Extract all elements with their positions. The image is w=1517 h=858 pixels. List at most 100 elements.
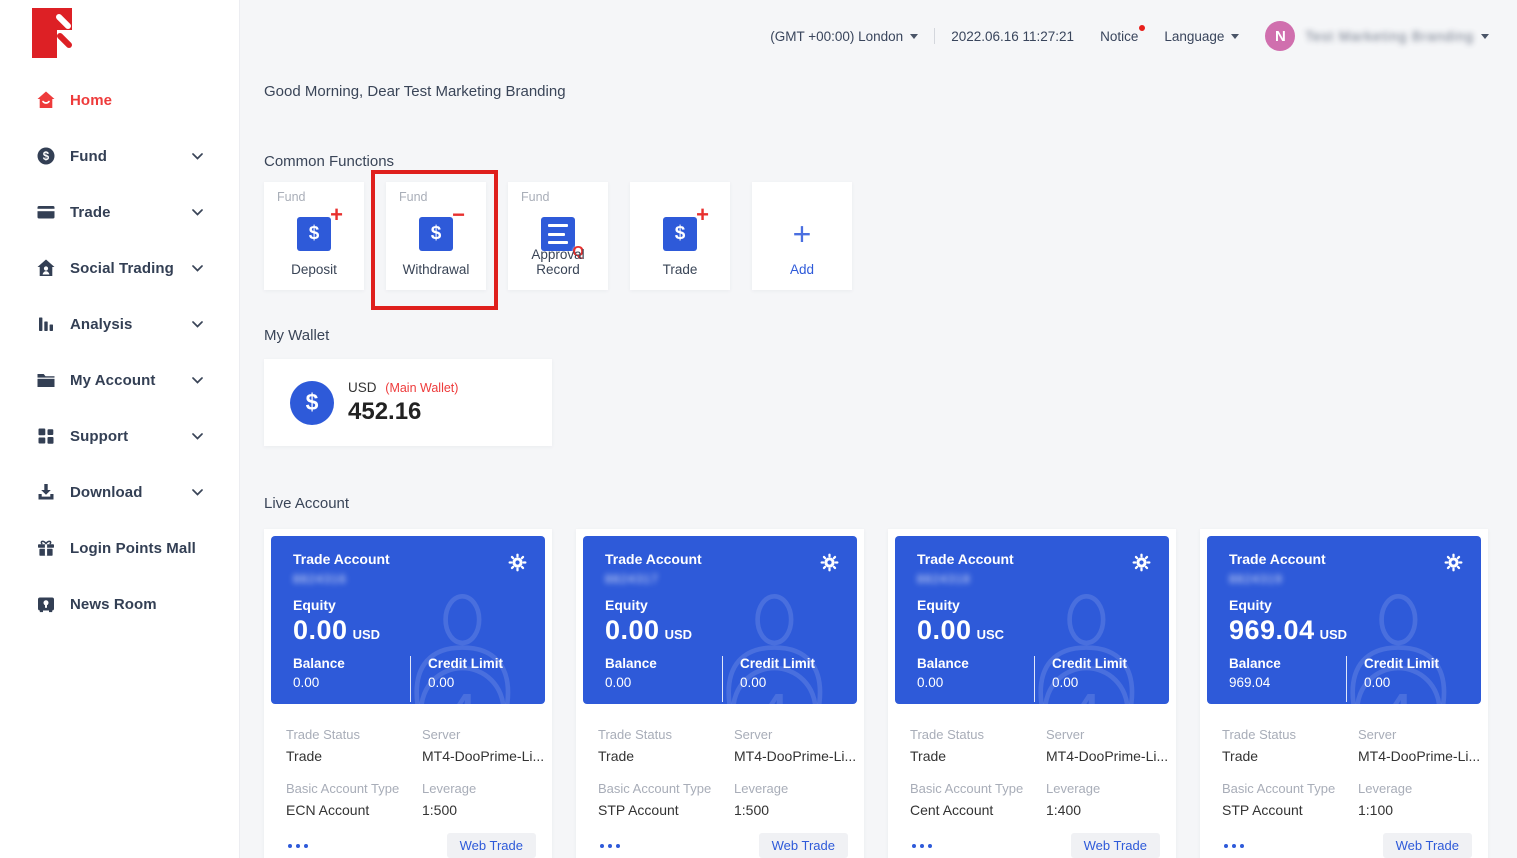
credit-limit-label: Credit Limit xyxy=(740,656,815,671)
wallet-card[interactable]: $ USD (Main Wallet) 452.16 xyxy=(264,359,552,446)
notice-label: Notice xyxy=(1100,29,1138,44)
more-options-icon[interactable] xyxy=(1222,844,1244,848)
sidebar-item-label: Trade xyxy=(70,204,192,221)
balance-value: 0.00 xyxy=(917,675,1034,690)
user-menu[interactable]: Test Marketing Branding xyxy=(1295,29,1489,44)
chevron-down-icon xyxy=(192,427,203,445)
live-account-card: Trade Account 8824318 Equity 0.00USC Bal… xyxy=(888,529,1176,858)
sidebar-item-fund[interactable]: $ Fund xyxy=(0,128,239,184)
equity-label: Equity xyxy=(1229,597,1481,613)
divider xyxy=(934,28,935,44)
sidebar-item-label: Download xyxy=(70,484,192,501)
chevron-down-icon xyxy=(192,315,203,333)
chevron-down-icon xyxy=(192,371,203,389)
add-function-card[interactable]: + Add xyxy=(752,182,852,290)
equity-value: 0.00 xyxy=(293,615,348,645)
trade-card[interactable]: $+ Trade xyxy=(630,182,730,290)
account-title: Trade Account xyxy=(917,551,1014,567)
withdrawal-card[interactable]: Fund $− Withdrawal xyxy=(386,182,486,290)
sidebar-item-my-account[interactable]: My Account xyxy=(0,352,239,408)
gift-icon xyxy=(36,538,56,558)
trade-status-value: Trade xyxy=(598,748,734,764)
account-type-label: Basic Account Type xyxy=(286,781,422,796)
more-options-icon[interactable] xyxy=(910,844,932,848)
dashboard-page: Home $ Fund Trade xyxy=(0,0,1517,858)
avatar[interactable]: N xyxy=(1265,21,1295,51)
notice-button[interactable]: Notice xyxy=(1100,29,1138,44)
sidebar-item-trade[interactable]: Trade xyxy=(0,184,239,240)
trade-status-label: Trade Status xyxy=(1222,727,1358,742)
trade-fund-icon: $+ xyxy=(663,217,697,251)
minus-badge-icon: − xyxy=(452,204,465,226)
sidebar-item-social-trading[interactable]: Social Trading xyxy=(0,240,239,296)
svg-text:$: $ xyxy=(43,151,50,163)
wallet-type: (Main Wallet) xyxy=(385,381,458,395)
approval-record-card[interactable]: Fund Q Approval Record xyxy=(508,182,608,290)
settings-gear-icon[interactable] xyxy=(820,553,839,586)
balance-label: Balance xyxy=(293,656,410,671)
social-trading-icon xyxy=(36,258,56,278)
web-trade-button[interactable]: Web Trade xyxy=(447,833,536,858)
server-value: MT4-DooPrime-Li... xyxy=(1046,748,1168,764)
fund-icon: $ xyxy=(36,146,56,166)
topbar: (GMT +00:00) London 2022.06.16 11:27:21 … xyxy=(240,0,1517,72)
web-trade-button[interactable]: Web Trade xyxy=(1071,833,1160,858)
settings-gear-icon[interactable] xyxy=(1444,553,1463,586)
deposit-card[interactable]: Fund $+ Deposit xyxy=(264,182,364,290)
plus-badge-icon: + xyxy=(696,204,709,226)
settings-gear-icon[interactable] xyxy=(1132,553,1151,586)
sidebar-nav: Home $ Fund Trade xyxy=(0,72,239,632)
more-options-icon[interactable] xyxy=(598,844,620,848)
web-trade-button[interactable]: Web Trade xyxy=(1383,833,1472,858)
account-title: Trade Account xyxy=(605,551,702,567)
equity-value: 969.04 xyxy=(1229,615,1315,645)
settings-gear-icon[interactable] xyxy=(508,553,527,586)
sidebar-item-news-room[interactable]: News Room xyxy=(0,576,239,632)
credit-limit-value: 0.00 xyxy=(428,675,503,690)
credit-limit-value: 0.00 xyxy=(1052,675,1127,690)
live-account-row: Trade Account 8824316 Equity 0.00USD Bal… xyxy=(264,529,1488,858)
sidebar-item-label: Login Points Mall xyxy=(70,540,203,557)
timezone-selector[interactable]: (GMT +00:00) London xyxy=(770,29,918,44)
home-icon xyxy=(36,90,56,110)
leverage-value: 1:400 xyxy=(1046,802,1167,818)
section-title-common-functions: Common Functions xyxy=(264,153,394,170)
chevron-down-icon xyxy=(192,259,203,277)
equity-label: Equity xyxy=(917,597,1169,613)
brand-logo-icon[interactable] xyxy=(32,8,76,65)
account-number-masked: 8824317 xyxy=(605,572,702,586)
card-label: Trade xyxy=(630,262,730,277)
live-account-card: Trade Account 8824319 Equity 969.04USD B… xyxy=(1200,529,1488,858)
sidebar-item-home[interactable]: Home xyxy=(0,72,239,128)
equity-currency: USC xyxy=(977,627,1004,642)
support-icon xyxy=(36,426,56,446)
credit-limit-label: Credit Limit xyxy=(1052,656,1127,671)
card-label: Withdrawal xyxy=(386,262,486,277)
more-options-icon[interactable] xyxy=(286,844,308,848)
card-category: Fund xyxy=(277,190,306,204)
sidebar-item-support[interactable]: Support xyxy=(0,408,239,464)
sidebar-item-analysis[interactable]: Analysis xyxy=(0,296,239,352)
web-trade-button[interactable]: Web Trade xyxy=(759,833,848,858)
datetime-display: 2022.06.16 11:27:21 xyxy=(951,29,1074,44)
sidebar-item-download[interactable]: Download xyxy=(0,464,239,520)
account-summary-panel: Trade Account 8824319 Equity 969.04USD B… xyxy=(1207,536,1481,704)
wallet-currency: USD xyxy=(348,380,377,395)
account-number-masked: 8824316 xyxy=(293,572,390,586)
balance-value: 0.00 xyxy=(605,675,722,690)
sidebar-item-label: Fund xyxy=(70,148,192,165)
plus-icon: + xyxy=(793,218,812,250)
card-category: Fund xyxy=(399,190,428,204)
live-account-card: Trade Account 8824317 Equity 0.00USD Bal… xyxy=(576,529,864,858)
server-value: MT4-DooPrime-Li... xyxy=(734,748,856,764)
language-selector[interactable]: Language xyxy=(1164,29,1239,44)
equity-value: 0.00 xyxy=(605,615,660,645)
credit-limit-label: Credit Limit xyxy=(428,656,503,671)
plus-badge-icon: + xyxy=(330,204,343,226)
caret-down-icon xyxy=(1481,34,1489,39)
live-account-card: Trade Account 8824316 Equity 0.00USD Bal… xyxy=(264,529,552,858)
sidebar-item-login-points-mall[interactable]: Login Points Mall xyxy=(0,520,239,576)
download-icon xyxy=(36,482,56,502)
card-label: Deposit xyxy=(264,262,364,277)
credit-limit-value: 0.00 xyxy=(740,675,815,690)
